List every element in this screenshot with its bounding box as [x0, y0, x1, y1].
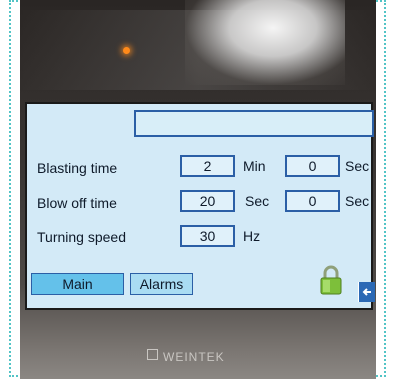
blow-off-time-sec-unit: Sec [245, 193, 270, 209]
alarms-button[interactable]: Alarms [130, 273, 193, 295]
blow-off-time-sec2-unit: Sec [345, 193, 370, 209]
blow-off-time-sec-input[interactable]: 20 [180, 190, 235, 212]
brand-label: WEINTEK [163, 350, 225, 364]
touch-screen: Blasting time 2 Min 0 Sec Blow off time … [25, 102, 375, 310]
brand-logo-icon [147, 349, 158, 360]
main-button[interactable]: Main [31, 273, 124, 295]
hmi-device: Blasting time 2 Min 0 Sec Blow off time … [20, 0, 376, 379]
blasting-time-sec-input[interactable]: 0 [285, 155, 340, 177]
turning-speed-unit: Hz [243, 228, 261, 244]
blow-off-time-sec2-input[interactable]: 0 [285, 190, 340, 212]
power-led [123, 47, 130, 54]
blasting-time-min-input[interactable]: 2 [180, 155, 235, 177]
lock-icon[interactable] [320, 265, 342, 295]
light-reflection [185, 0, 345, 85]
title-display [134, 110, 374, 137]
back-arrow-icon[interactable] [358, 282, 375, 302]
turning-speed-input[interactable]: 30 [180, 225, 235, 247]
blow-off-time-label: Blow off time [37, 195, 117, 211]
blasting-time-label: Blasting time [37, 160, 118, 176]
blasting-time-min-unit: Min [243, 158, 266, 174]
blasting-time-sec-unit: Sec [345, 158, 370, 174]
back-arrow-glyph [362, 288, 371, 296]
turning-speed-label: Turning speed [37, 229, 126, 245]
